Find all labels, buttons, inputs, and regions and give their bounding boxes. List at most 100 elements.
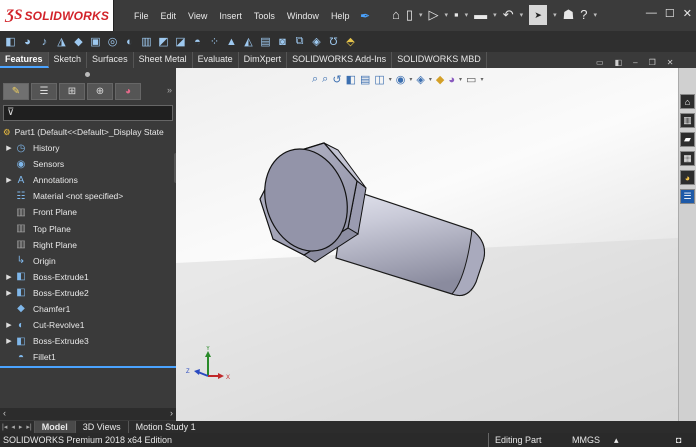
property-manager-tab-icon[interactable]: ☰ bbox=[31, 83, 57, 100]
tile-icon[interactable]: ▭ bbox=[596, 58, 604, 67]
chevron-down-icon[interactable]: ▾ bbox=[553, 11, 557, 19]
home-icon[interactable]: ⌂ bbox=[392, 5, 400, 25]
chevron-down-icon[interactable]: ▾ bbox=[520, 11, 524, 19]
menu-help[interactable]: Help bbox=[325, 11, 356, 21]
tab-sheet-metal[interactable]: Sheet Metal bbox=[134, 52, 193, 68]
tree-item[interactable]: ▶ ◷ History bbox=[0, 140, 176, 156]
tree-item[interactable]: ◆ Chamfer1 bbox=[0, 301, 176, 317]
tab-dimxpert[interactable]: DimXpert bbox=[239, 52, 288, 68]
menu-file[interactable]: File bbox=[128, 11, 155, 21]
menu-tools[interactable]: Tools bbox=[248, 11, 281, 21]
custom-properties-icon[interactable]: ☰ bbox=[680, 189, 695, 204]
shell-icon[interactable]: ▤ bbox=[259, 35, 272, 48]
file-explorer-icon[interactable]: ▰ bbox=[680, 132, 695, 147]
configuration-manager-tab-icon[interactable]: ⊞ bbox=[59, 83, 85, 100]
curves-icon[interactable]: Ʊ bbox=[327, 36, 340, 48]
hole-wizard-icon[interactable]: ◎ bbox=[106, 35, 119, 48]
dimxpert-manager-tab-icon[interactable]: ⊕ bbox=[87, 83, 113, 100]
close-icon[interactable]: ✕ bbox=[667, 58, 674, 67]
minimize-icon[interactable]: — bbox=[646, 7, 657, 20]
open-icon[interactable]: ▷ bbox=[429, 5, 439, 25]
expand-arrow-icon[interactable]: ▶ bbox=[3, 337, 15, 345]
tree-item[interactable]: ▥ Top Plane bbox=[0, 220, 176, 236]
scroll-right-icon[interactable]: › bbox=[170, 408, 173, 418]
tree-item[interactable]: ▶ ◧ Boss-Extrude2 bbox=[0, 285, 176, 301]
draft-icon[interactable]: ◭ bbox=[242, 35, 255, 48]
linear-pattern-icon[interactable]: ⁘ bbox=[208, 35, 221, 48]
first-tab-icon[interactable]: |◂ bbox=[0, 423, 9, 431]
expand-arrow-icon[interactable]: ▶ bbox=[3, 144, 15, 152]
expand-arrow-icon[interactable]: ▶ bbox=[3, 176, 15, 184]
tree-item[interactable]: ◉ Sensors bbox=[0, 156, 176, 172]
close-icon[interactable]: ✕ bbox=[683, 7, 692, 20]
tree-root-part[interactable]: ⚙ Part1 (Default<<Default>_Display State bbox=[0, 124, 176, 140]
tree-item[interactable]: ▥ Front Plane bbox=[0, 204, 176, 220]
chevron-right-icon[interactable]: » bbox=[167, 85, 172, 95]
tab-motion-study[interactable]: Motion Study 1 bbox=[127, 421, 203, 433]
appearances-icon[interactable]: ◕ bbox=[680, 170, 695, 185]
tab-evaluate[interactable]: Evaluate bbox=[193, 52, 239, 68]
fillet-icon[interactable]: ◓ bbox=[191, 36, 204, 48]
instant3d-icon[interactable]: ⬘ bbox=[344, 35, 357, 48]
menu-window[interactable]: Window bbox=[281, 11, 325, 21]
last-tab-icon[interactable]: ▸| bbox=[24, 423, 33, 431]
tree-item[interactable]: ▶ ◐ Cut-Revolve1 bbox=[0, 317, 176, 333]
horizontal-scrollbar[interactable]: ‹ › bbox=[0, 408, 176, 420]
revolved-boss-icon[interactable]: ◕ bbox=[21, 36, 34, 48]
new-document-icon[interactable]: ▯ bbox=[406, 5, 413, 25]
user-icon[interactable]: ☗ bbox=[563, 5, 575, 25]
menu-view[interactable]: View bbox=[182, 11, 213, 21]
swept-cut-icon[interactable]: ▥ bbox=[140, 35, 153, 48]
tree-item[interactable]: ▥ Right Plane bbox=[0, 237, 176, 253]
tab-model[interactable]: Model bbox=[33, 421, 75, 433]
view-palette-icon[interactable]: ▦ bbox=[680, 151, 695, 166]
expand-arrow-icon[interactable]: ▶ bbox=[3, 321, 15, 329]
expand-arrow-icon[interactable]: ▶ bbox=[3, 273, 15, 281]
chevron-down-icon[interactable]: ▾ bbox=[594, 11, 598, 19]
display-manager-tab-icon[interactable]: ◕ bbox=[115, 83, 141, 100]
chevron-down-icon[interactable]: ▾ bbox=[419, 11, 423, 19]
lofted-cut-icon[interactable]: ◩ bbox=[157, 35, 170, 48]
previous-tab-icon[interactable]: ◂ bbox=[9, 423, 17, 431]
intersect-icon[interactable]: ⧉ bbox=[293, 35, 306, 48]
status-options-icon[interactable]: ◘ bbox=[676, 433, 681, 447]
chevron-up-icon[interactable]: ▴ bbox=[614, 433, 619, 447]
tree-item[interactable]: ▶ A Annotations bbox=[0, 172, 176, 188]
tab-surfaces[interactable]: Surfaces bbox=[87, 52, 134, 68]
restore-icon[interactable]: ◧ bbox=[615, 58, 623, 67]
extruded-cut-icon[interactable]: ▣ bbox=[89, 35, 102, 48]
tab-features[interactable]: Features bbox=[0, 52, 49, 68]
extruded-boss-icon[interactable]: ◧ bbox=[4, 35, 17, 48]
chevron-down-icon[interactable]: ▾ bbox=[465, 11, 469, 19]
tab-add-ins[interactable]: SOLIDWORKS Add-Ins bbox=[287, 52, 393, 68]
scroll-left-icon[interactable]: ‹ bbox=[3, 408, 6, 418]
tab-sketch[interactable]: Sketch bbox=[49, 52, 88, 68]
swept-boss-icon[interactable]: ♪ bbox=[38, 36, 51, 48]
expand-arrow-icon[interactable]: ▶ bbox=[3, 289, 15, 297]
revolved-cut-icon[interactable]: ◐ bbox=[123, 36, 136, 48]
chevron-down-icon[interactable]: ▾ bbox=[493, 11, 497, 19]
maximize-icon[interactable]: ☐ bbox=[665, 7, 675, 20]
print-icon[interactable]: ▬ bbox=[474, 5, 487, 25]
help-icon[interactable]: ? bbox=[580, 5, 587, 25]
next-tab-icon[interactable]: ▸ bbox=[17, 423, 25, 431]
lofted-boss-icon[interactable]: ◮ bbox=[55, 35, 68, 48]
rollback-bar[interactable] bbox=[0, 366, 176, 368]
tree-item[interactable]: ↳ Origin bbox=[0, 253, 176, 269]
rib-icon[interactable]: ▲ bbox=[225, 36, 238, 48]
feature-manager-tab-icon[interactable]: ✎ bbox=[3, 83, 29, 100]
maximize-icon[interactable]: ❐ bbox=[649, 58, 656, 67]
tree-item[interactable]: ☷ Material <not specified> bbox=[0, 188, 176, 204]
panel-grip[interactable] bbox=[85, 72, 90, 77]
graphics-area[interactable]: ⌕ ⌕ ↺ ◧ ▤ ◫ ▾ ◉ ▾ ◈ ▾ ◆ ◕ ▾ ▭ ▾ Y X Z bbox=[176, 68, 678, 421]
wrap-icon[interactable]: ◙ bbox=[276, 36, 289, 48]
select-icon[interactable]: ➤ bbox=[529, 5, 548, 25]
undo-icon[interactable]: ↶ bbox=[503, 5, 514, 25]
solidworks-resources-icon[interactable]: ⌂ bbox=[680, 94, 695, 109]
menu-edit[interactable]: Edit bbox=[155, 11, 183, 21]
status-units[interactable]: MMGS bbox=[572, 433, 600, 447]
filter-icon[interactable]: ⊽ bbox=[3, 105, 173, 121]
tree-item[interactable]: ▶ ◧ Boss-Extrude1 bbox=[0, 269, 176, 285]
reference-triad[interactable]: Y X Z bbox=[180, 346, 240, 386]
boundary-cut-icon[interactable]: ◪ bbox=[174, 35, 187, 48]
